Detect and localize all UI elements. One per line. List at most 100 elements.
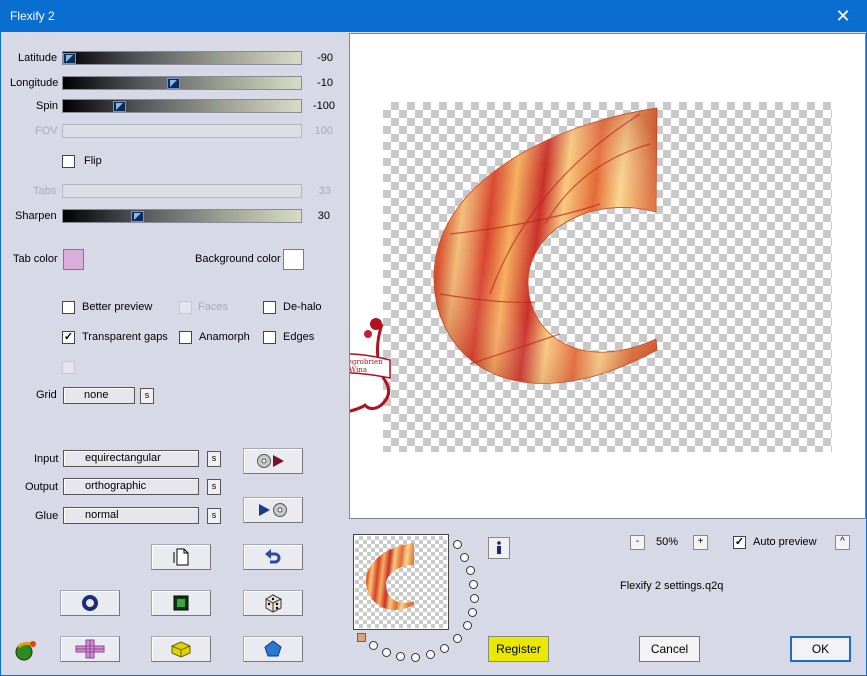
thumbnail-image — [366, 543, 414, 610]
nav-dot[interactable] — [470, 594, 479, 603]
cube-button[interactable] — [151, 636, 211, 662]
nav-dot[interactable] — [453, 634, 462, 643]
faces-label: Faces — [198, 301, 228, 313]
latitude-thumb[interactable] — [63, 53, 76, 64]
disc-to-play-icon — [255, 453, 291, 469]
nav-dot[interactable] — [468, 608, 477, 617]
spin-slider[interactable] — [62, 99, 302, 113]
longitude-value: -10 — [317, 77, 333, 89]
longitude-thumb[interactable] — [167, 78, 180, 89]
cube-icon — [170, 640, 192, 658]
info-button[interactable] — [488, 537, 510, 559]
input-label: Input — [34, 453, 59, 465]
transparent-gaps-checkbox[interactable]: ✓ — [62, 331, 75, 344]
zoom-out-button[interactable]: - — [630, 535, 645, 550]
flip-label: Flip — [84, 155, 102, 167]
flip-checkbox[interactable] — [62, 155, 75, 168]
glue-select[interactable]: normal — [63, 507, 199, 524]
spin-value: -100 — [312, 100, 335, 112]
nav-dot[interactable] — [411, 653, 420, 662]
title-bar: Flexify 2 ✕ — [1, 1, 866, 32]
anamorph-checkbox[interactable] — [179, 331, 192, 344]
cross-button[interactable] — [60, 636, 120, 662]
nav-dot[interactable] — [382, 648, 391, 657]
hidden-option-checkbox — [62, 361, 75, 374]
grid-select[interactable]: none — [63, 387, 135, 404]
close-button[interactable]: ✕ — [820, 1, 866, 32]
nav-dot[interactable] — [460, 553, 469, 562]
undo-arrow-icon — [264, 549, 282, 565]
better-preview-checkbox[interactable] — [62, 301, 75, 314]
tabs-slider — [62, 184, 302, 198]
grid-s-button[interactable]: s — [140, 388, 154, 404]
zoom-in-button[interactable]: + — [693, 535, 708, 550]
window-title: Flexify 2 — [10, 9, 55, 23]
fov-value: 100 — [314, 125, 333, 137]
ok-button[interactable]: OK — [790, 636, 851, 662]
auto-preview-label: Auto preview — [753, 536, 817, 548]
thumbnail-handle[interactable] — [357, 633, 366, 642]
nav-dot[interactable] — [463, 621, 472, 630]
zoom-level: 50% — [656, 536, 679, 548]
watermark-text-2: Wina — [350, 366, 367, 374]
latitude-slider[interactable] — [62, 51, 302, 65]
nav-dot[interactable] — [440, 644, 449, 653]
play-to-disc-icon — [255, 502, 291, 518]
play-disc-button[interactable] — [243, 497, 303, 523]
glue-label: Glue — [35, 510, 59, 522]
output-label: Output — [25, 481, 59, 493]
input-select[interactable]: equirectangular — [63, 450, 199, 467]
grid-label: Grid — [36, 389, 57, 401]
fov-slider — [62, 124, 302, 138]
longitude-slider[interactable] — [62, 76, 302, 90]
input-s-button[interactable]: s — [207, 451, 221, 467]
fov-label: FOV — [35, 125, 58, 137]
nav-dot[interactable] — [426, 650, 435, 659]
thumbnail-navigator[interactable] — [353, 534, 449, 630]
sharpen-slider[interactable] — [62, 209, 302, 223]
new-page-icon — [173, 548, 189, 566]
nav-dot[interactable] — [469, 580, 478, 589]
ring-icon — [81, 594, 99, 612]
de-halo-checkbox[interactable] — [263, 301, 276, 314]
pentagon-button[interactable] — [243, 636, 303, 662]
nav-dot[interactable] — [396, 652, 405, 661]
info-icon — [494, 541, 504, 555]
sharpen-thumb[interactable] — [131, 211, 144, 222]
background-color-label: Background color — [195, 253, 281, 265]
dice-icon — [263, 593, 283, 613]
flexified-image: ©Rosiegrobrien Wina — [350, 107, 658, 413]
transparent-gaps-label: Transparent gaps — [82, 331, 168, 343]
pentagon-icon — [264, 640, 282, 658]
tab-color-label: Tab color — [13, 253, 58, 265]
auto-preview-checkbox[interactable]: ✓ — [733, 536, 746, 549]
register-button[interactable]: Register — [488, 636, 549, 662]
output-s-button[interactable]: s — [207, 479, 221, 495]
preview-canvas[interactable]: ©Rosiegrobrien Wina — [349, 33, 866, 519]
spin-label: Spin — [36, 100, 59, 112]
glue-s-button[interactable]: s — [207, 508, 221, 524]
latitude-value: -90 — [317, 52, 333, 64]
nav-dot[interactable] — [466, 566, 475, 575]
cancel-button[interactable]: Cancel — [639, 636, 700, 662]
tabs-value: 33 — [318, 185, 331, 197]
better-preview-label: Better preview — [82, 301, 153, 313]
de-halo-label: De-halo — [283, 301, 322, 313]
output-select[interactable]: orthographic — [63, 478, 199, 495]
collapse-button[interactable]: ^ — [835, 535, 850, 550]
disc-play-button[interactable] — [243, 448, 303, 474]
longitude-label: Longitude — [10, 77, 59, 89]
new-button[interactable] — [151, 544, 211, 570]
spin-thumb[interactable] — [113, 101, 126, 112]
dice-button[interactable] — [243, 590, 303, 616]
flexify-dialog: Flexify 2 ✕ Latitude -90 Longitude -10 S… — [0, 0, 867, 676]
undo-button[interactable] — [243, 544, 303, 570]
tab-color-swatch[interactable] — [63, 249, 84, 270]
edges-label: Edges — [283, 331, 315, 343]
ring-button[interactable] — [60, 590, 120, 616]
nav-dot[interactable] — [453, 540, 462, 549]
square-button[interactable] — [151, 590, 211, 616]
background-color-swatch[interactable] — [283, 249, 304, 270]
edges-checkbox[interactable] — [263, 331, 276, 344]
nav-dot[interactable] — [369, 641, 378, 650]
